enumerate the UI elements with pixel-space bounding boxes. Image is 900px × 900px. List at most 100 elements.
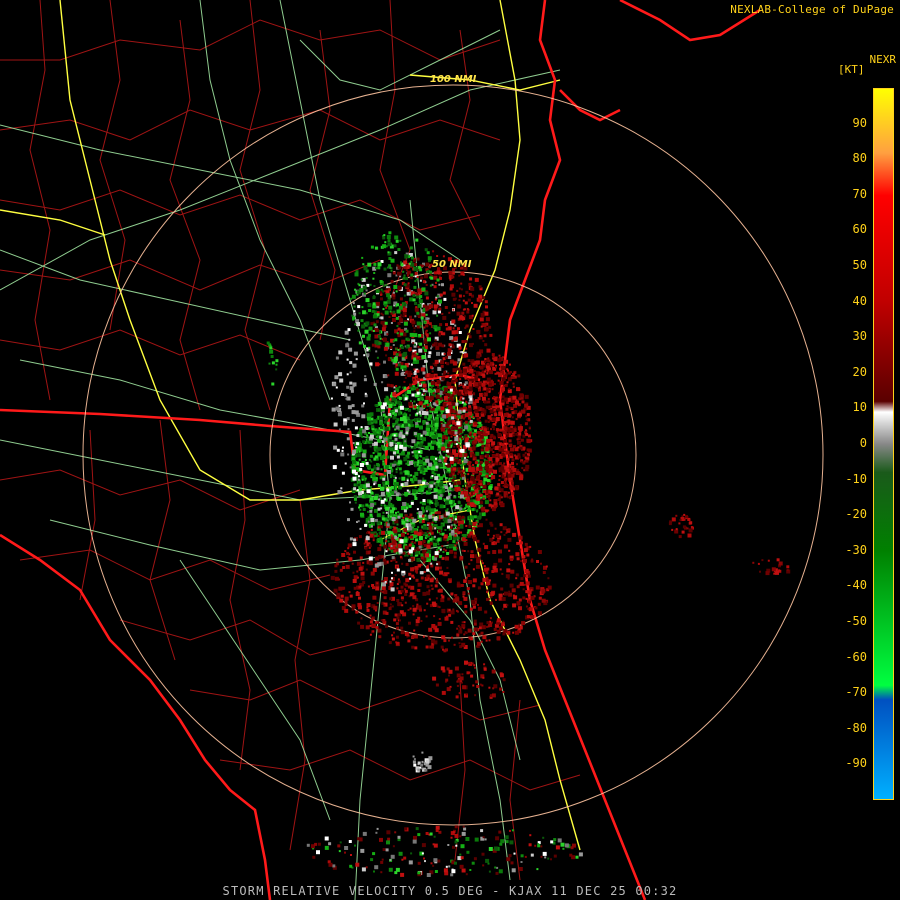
echo-pixel [419, 460, 424, 464]
echo-pixel [453, 495, 456, 497]
echo-pixel [395, 239, 399, 243]
echo-pixel [400, 596, 404, 600]
echo-pixel [408, 401, 413, 406]
echo-pixel [351, 314, 354, 317]
echo-pixel [381, 858, 384, 861]
scale-tick: 80 [852, 151, 867, 166]
echo-pixel [415, 538, 419, 542]
echo-pixel [525, 432, 529, 436]
echo-pixel [394, 447, 398, 450]
echo-pixel [477, 431, 481, 435]
echo-pixel [431, 427, 434, 430]
echo-pixel [359, 288, 364, 293]
echo-pixel [506, 568, 511, 573]
echo-pixel [391, 517, 396, 521]
echo-pixel [508, 433, 513, 438]
echo-pixel [517, 435, 521, 439]
echo-pixel [454, 544, 457, 547]
echo-pixel [357, 837, 360, 841]
echo-pixel [525, 459, 529, 463]
echo-pixel [502, 608, 504, 611]
echo-pixel [517, 446, 520, 449]
echo-pixel [460, 466, 463, 469]
echo-pixel [422, 404, 426, 408]
echo-pixel [384, 321, 388, 325]
echo-pixel [338, 850, 341, 853]
echo-pixel [483, 663, 486, 666]
echo-pixel [480, 829, 484, 833]
echo-pixel [375, 362, 380, 367]
echo-pixel [397, 511, 400, 514]
echo-pixel [396, 568, 400, 572]
echo-pixel [456, 444, 460, 448]
echo-pixel [338, 350, 343, 355]
echo-pixel [419, 322, 423, 326]
echo-pixel [412, 605, 415, 607]
echo-pixel [494, 866, 497, 869]
echo-pixel [490, 592, 495, 596]
echo-pixel [433, 843, 438, 848]
echo-pixel [500, 466, 505, 471]
echo-pixel [482, 497, 485, 500]
echo-pixel [368, 326, 373, 331]
echo-pixel [541, 588, 546, 593]
echo-pixel [472, 486, 475, 489]
echo-pixel [392, 271, 396, 275]
echo-pixel [487, 494, 491, 498]
echo-pixel [460, 471, 463, 474]
echo-pixel [520, 438, 524, 442]
echo-pixel [425, 395, 430, 400]
echo-pixel [422, 280, 426, 284]
echo-pixel [403, 260, 408, 265]
echo-pixel [510, 371, 512, 374]
echo-pixel [401, 599, 404, 601]
echo-pixel [386, 333, 389, 336]
echo-pixel [415, 623, 419, 627]
echo-pixel [436, 380, 441, 384]
echo-pixel [431, 624, 436, 628]
echo-pixel [511, 458, 515, 462]
echo-pixel [472, 473, 475, 476]
echo-pixel [523, 558, 527, 563]
echo-pixel [578, 852, 583, 857]
echo-pixel [404, 457, 407, 460]
echo-pixel [508, 439, 512, 443]
echo-pixel [411, 645, 415, 649]
echo-pixel [373, 272, 376, 274]
echo-pixel [547, 585, 552, 590]
echo-pixel [398, 467, 402, 471]
echo-pixel [400, 372, 404, 376]
echo-pixel [408, 289, 411, 292]
echo-pixel [352, 442, 355, 445]
echo-pixel [489, 333, 493, 337]
echo-pixel [483, 398, 486, 401]
echo-pixel [393, 407, 396, 410]
echo-pixel [408, 419, 412, 424]
echo-pixel [394, 404, 397, 407]
echo-pixel [411, 540, 414, 543]
echo-pixel [531, 558, 534, 561]
echo-pixel [501, 443, 505, 447]
echo-pixel [369, 445, 372, 448]
echo-pixel [396, 332, 399, 335]
echo-pixel [474, 666, 476, 669]
echo-pixel [461, 831, 466, 836]
echo-pixel [445, 323, 448, 327]
echo-pixel [417, 616, 421, 620]
echo-pixel [366, 435, 369, 438]
echo-pixel [476, 515, 481, 520]
echo-pixel [346, 373, 349, 376]
echo-pixel [475, 498, 478, 501]
echo-pixel [452, 420, 456, 424]
echo-pixel [498, 475, 501, 477]
echo-pixel [396, 626, 400, 630]
scale-tick: -80 [845, 720, 867, 735]
echo-pixel [352, 363, 357, 368]
echo-pixel [361, 324, 366, 329]
echo-pixel [492, 687, 495, 690]
echo-pixel [443, 868, 448, 873]
echo-pixel [438, 606, 441, 609]
echo-pixel [397, 496, 402, 501]
echo-pixel [444, 389, 447, 392]
echo-pixel [394, 871, 398, 875]
